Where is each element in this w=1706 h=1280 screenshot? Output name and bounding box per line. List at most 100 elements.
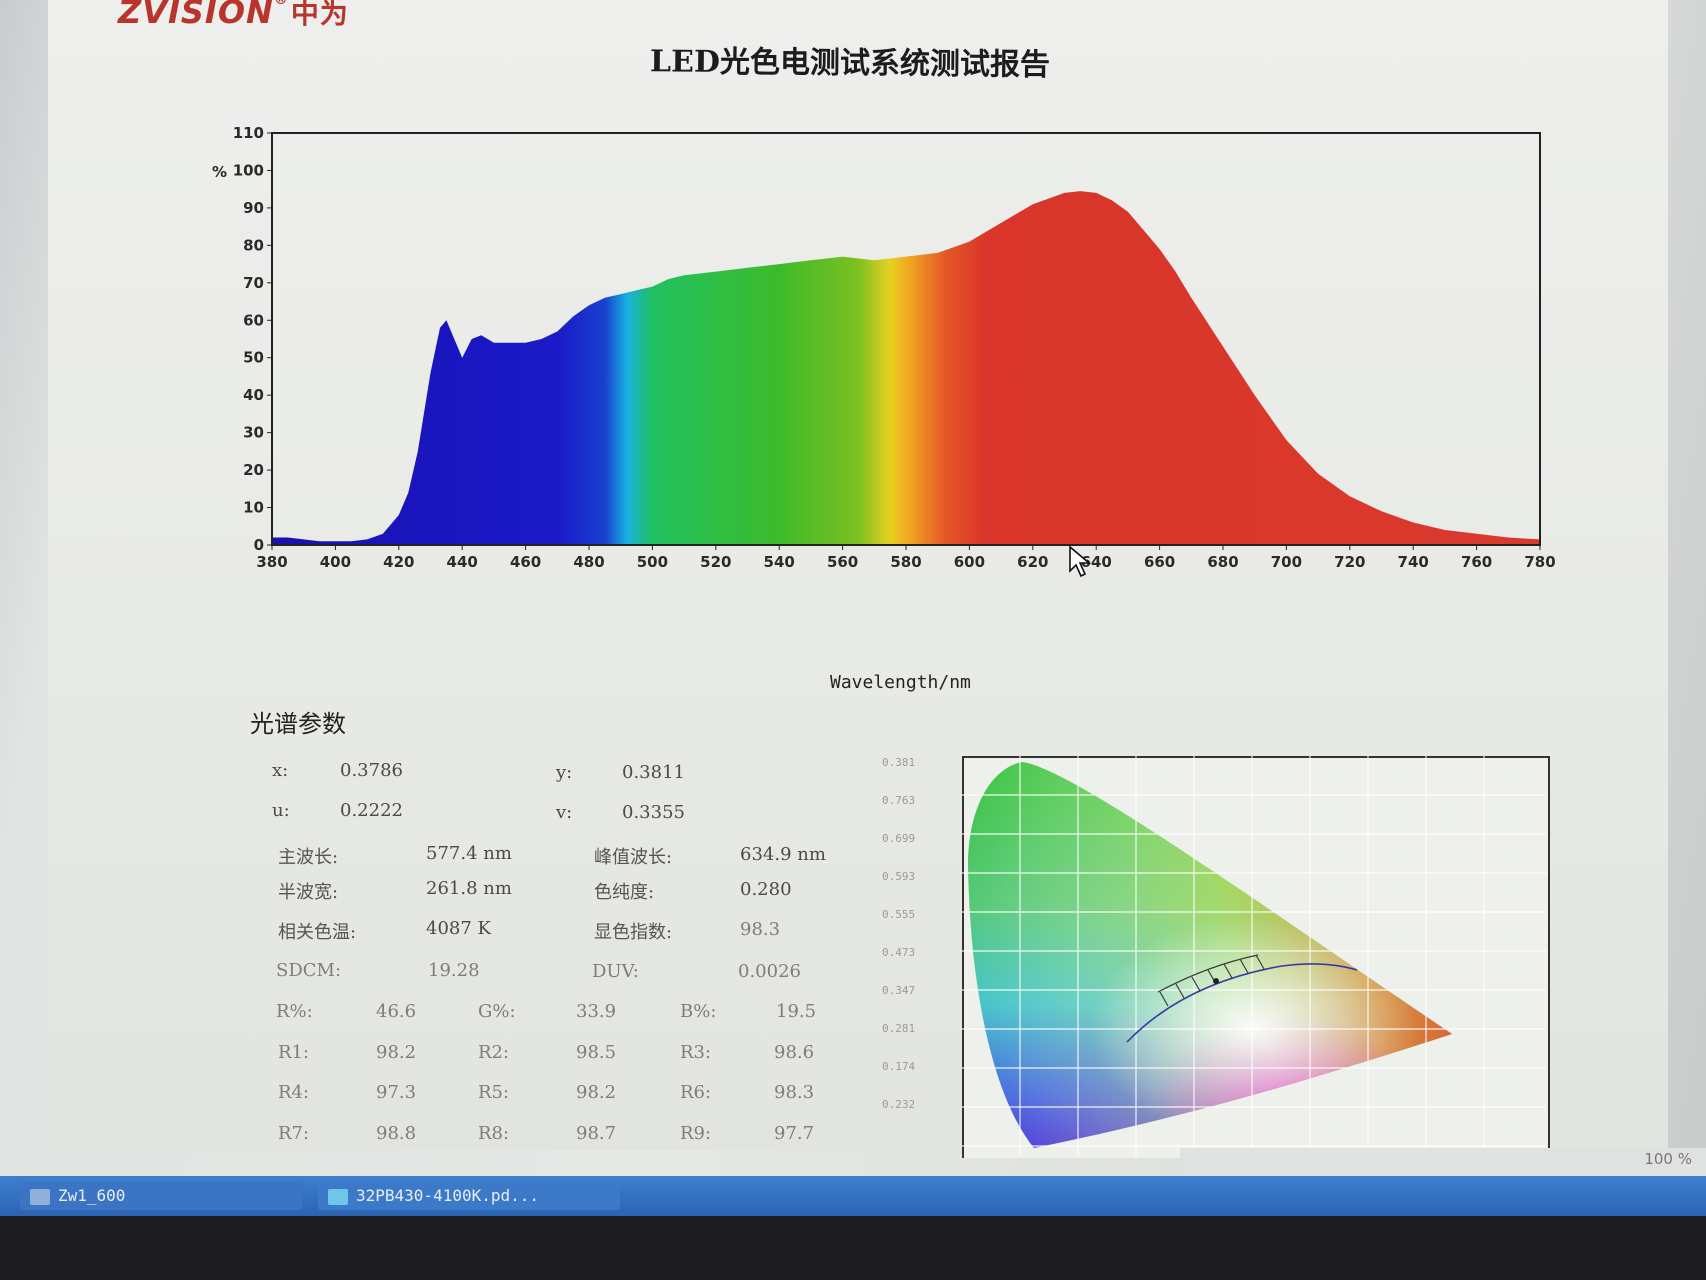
- param-dominant-value: 577.4 nm: [426, 843, 512, 864]
- param-r4-label: R4:: [278, 1082, 310, 1103]
- param-dominant-label: 主波长:: [278, 847, 339, 868]
- spectrum-area-group: [272, 191, 1540, 545]
- param-r9-label: R9:: [680, 1123, 712, 1144]
- param-duv-label: DUV:: [592, 961, 639, 982]
- param-r9-value: 97.7: [774, 1123, 815, 1144]
- x-tick-label: 400: [320, 553, 351, 571]
- cie-tick-label: 0.174: [882, 1060, 916, 1073]
- x-tick-label: 480: [573, 553, 604, 571]
- param-r7-label: R7:: [278, 1123, 310, 1144]
- y-tick-label: 80: [243, 236, 264, 254]
- x-tick-label: 660: [1144, 553, 1175, 571]
- viewer-status-strip: 100 %: [1180, 1148, 1706, 1176]
- param-r2-label: R2:: [478, 1042, 510, 1063]
- param-cct-label: 相关色温:: [278, 922, 357, 943]
- brand-reg-mark: ®: [273, 0, 289, 8]
- param-r3-value: 98.6: [774, 1042, 815, 1063]
- x-tick-label: 440: [447, 553, 478, 571]
- x-tick-label: 620: [1017, 553, 1048, 571]
- cie-tick-label: 0.593: [882, 870, 916, 883]
- x-tick-label: 600: [954, 553, 985, 571]
- spectrum-area: [272, 191, 1540, 545]
- param-r1-value: 98.2: [376, 1042, 417, 1063]
- x-axis-label: Wavelength/nm: [830, 672, 971, 693]
- param-u-label: u:: [272, 800, 290, 821]
- y-tick-label: 10: [243, 499, 264, 517]
- y-tick-label: 0: [254, 536, 264, 554]
- x-tick-label: 680: [1207, 553, 1238, 571]
- param-u-value: 0.2222: [340, 800, 403, 821]
- param-r3-label: R3:: [680, 1042, 712, 1063]
- measured-point: [1213, 978, 1219, 984]
- x-tick-label: 520: [700, 553, 731, 571]
- param-y-label: y:: [556, 762, 573, 783]
- spectrum-chart: 0 10 20 30 40 50 60 70 80 90 100 110 380 400 420 440 46…: [212, 125, 1556, 571]
- app-icon: [30, 1188, 50, 1205]
- param-r6-value: 98.3: [774, 1082, 815, 1103]
- param-b-pct-label: B%:: [680, 1001, 717, 1022]
- y-tick-label: 60: [243, 311, 264, 329]
- param-r-pct-label: R%:: [276, 1001, 313, 1022]
- y-tick-label: 40: [243, 386, 264, 404]
- param-r8-label: R8:: [478, 1123, 510, 1144]
- x-tick-label: 700: [1271, 553, 1302, 571]
- taskbar-item-label: Zw1_600: [58, 1186, 126, 1205]
- param-x-value: 0.3786: [340, 760, 403, 781]
- brand-name: ZVISION: [118, 0, 274, 31]
- param-cri-label: 显色指数:: [594, 922, 673, 943]
- param-v-value: 0.3355: [622, 802, 685, 823]
- param-fwhm-label: 半波宽:: [278, 882, 339, 903]
- x-tick-label: 760: [1461, 553, 1492, 571]
- param-sdcm-label: SDCM:: [276, 960, 342, 981]
- taskbar-item-pdf[interactable]: 32PB430-4100K.pd...: [318, 1182, 620, 1210]
- x-tick-label: 720: [1334, 553, 1365, 571]
- param-y-value: 0.3811: [622, 762, 685, 783]
- param-r2-value: 98.5: [576, 1042, 617, 1063]
- y-tick-label: 90: [243, 199, 264, 217]
- x-tick-label: 380: [256, 553, 287, 571]
- cie-tick-label: 0.347: [882, 984, 916, 997]
- zoom-level[interactable]: 100 %: [1644, 1150, 1692, 1168]
- param-v-label: v:: [556, 802, 573, 823]
- param-r6-label: R6:: [680, 1082, 712, 1103]
- cie-tick-label: 0.555: [882, 908, 916, 921]
- cie-tick-label: 0.699: [882, 832, 916, 845]
- cie-tick-label: 0.281: [882, 1022, 916, 1035]
- y-tick-label: 110: [233, 125, 264, 142]
- y-tick-group: 0 10 20 30 40 50 60 70 80 90 100 110: [233, 125, 272, 554]
- x-tick-label: 560: [827, 553, 858, 571]
- param-r1-label: R1:: [278, 1042, 310, 1063]
- brand-logo: ZVISION®中为: [118, 0, 349, 32]
- x-tick-label: 780: [1524, 553, 1555, 571]
- taskbar: Zw1_600 32PB430-4100K.pd...: [0, 1176, 1706, 1216]
- cie-tick-label: 0.232: [882, 1098, 916, 1111]
- x-tick-label: 460: [510, 553, 541, 571]
- param-sdcm-value: 19.28: [428, 960, 480, 981]
- x-tick-label: 420: [383, 553, 414, 571]
- cie-tick-label: 0.381: [882, 756, 916, 769]
- cie-tick-label: 0.763: [882, 794, 916, 807]
- param-cri-value: 98.3: [740, 919, 781, 940]
- x-tick-label: 740: [1398, 553, 1429, 571]
- param-peak-value: 634.9 nm: [740, 844, 826, 865]
- y-tick-label: 50: [243, 349, 264, 367]
- brand-cn: 中为: [290, 0, 349, 30]
- param-purity-label: 色纯度:: [594, 882, 655, 903]
- cie-tick-label: 0.473: [882, 946, 916, 959]
- monitor-screen: ZVISION®中为 LED光色电测试系统测试报告 0 10 20 30 40 50 60 7…: [0, 0, 1706, 1280]
- cie-diagram: [962, 756, 1546, 1156]
- param-r-pct-value: 46.6: [376, 1001, 417, 1022]
- taskbar-item-zw1[interactable]: Zw1_600: [20, 1182, 302, 1210]
- x-tick-group: 380 400 420 440 460 480 500 520 540 560 580 600 620 6…: [256, 545, 1556, 571]
- param-cct-value: 4087 K: [426, 918, 491, 939]
- param-r4-value: 97.3: [376, 1082, 417, 1103]
- y-tick-label: 100: [233, 161, 264, 179]
- pdf-icon: [328, 1188, 348, 1205]
- param-purity-value: 0.280: [740, 879, 792, 900]
- param-r8-value: 98.7: [576, 1123, 617, 1144]
- taskbar-item-label: 32PB430-4100K.pd...: [356, 1186, 540, 1205]
- monitor-bezel: [0, 1216, 1706, 1280]
- x-tick-label: 580: [890, 553, 921, 571]
- param-g-pct-label: G%:: [478, 1001, 516, 1022]
- param-g-pct-value: 33.9: [576, 1001, 617, 1022]
